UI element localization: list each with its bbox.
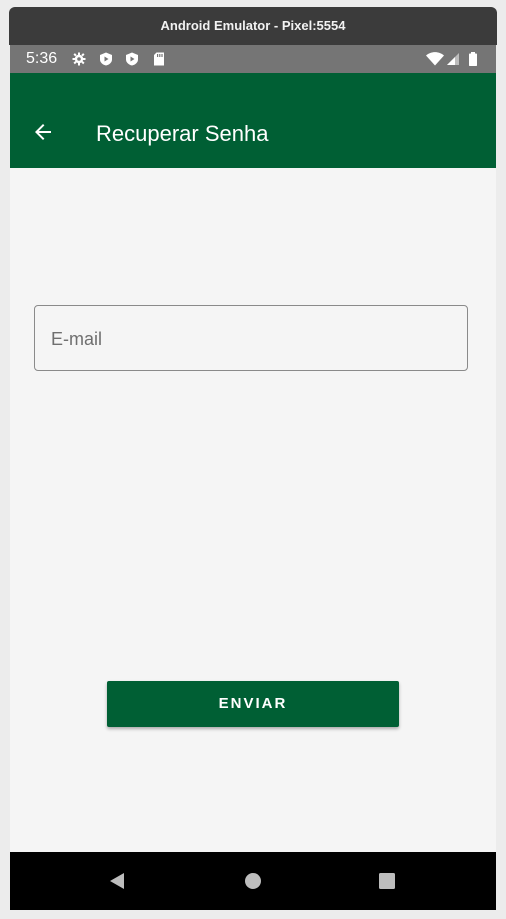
recents-square-icon[interactable] xyxy=(377,871,397,891)
navigation-bar xyxy=(10,852,496,910)
cellular-signal-icon xyxy=(446,52,460,66)
sd-card-icon xyxy=(152,52,166,66)
send-button[interactable]: ENVIAR xyxy=(107,681,399,727)
status-time: 5:36 xyxy=(26,50,58,67)
app-bar: Recuperar Senha xyxy=(10,73,496,168)
window-title-bar: Android Emulator - Pixel:5554 xyxy=(9,7,497,45)
play-protect-icon xyxy=(125,52,139,66)
back-triangle-icon[interactable] xyxy=(107,871,127,891)
arrow-back-icon xyxy=(33,122,53,147)
wifi-icon xyxy=(426,52,444,66)
device-screen: 5:36 Recuperar Senha E-mail ENVIAR xyxy=(10,45,496,910)
status-bar: 5:36 xyxy=(10,45,496,73)
emulator-window: Android Emulator - Pixel:5554 5:36 Recup… xyxy=(0,0,506,919)
battery-icon xyxy=(468,52,478,66)
home-circle-icon[interactable] xyxy=(243,871,263,891)
gear-icon xyxy=(72,52,86,66)
play-protect-icon xyxy=(99,52,113,66)
email-field[interactable]: E-mail xyxy=(34,305,468,371)
back-button[interactable] xyxy=(28,119,58,149)
email-placeholder: E-mail xyxy=(51,329,103,349)
page-title: Recuperar Senha xyxy=(96,121,269,146)
window-title: Android Emulator - Pixel:5554 xyxy=(160,18,346,33)
